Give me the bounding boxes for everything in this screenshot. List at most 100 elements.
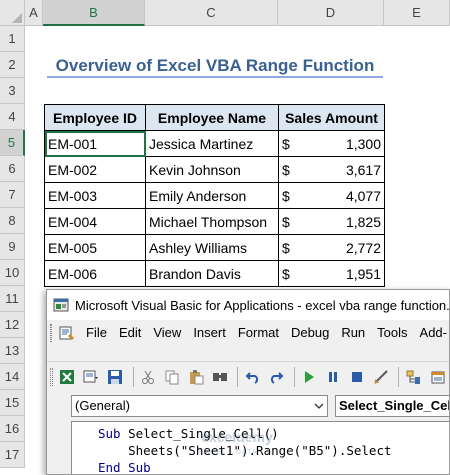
menu-tools[interactable]: Tools — [371, 322, 413, 344]
toolbar-grip[interactable] — [50, 367, 53, 386]
toolbar-separator — [237, 366, 239, 387]
cell-id[interactable]: EM-005 — [44, 234, 146, 261]
currency-symbol: $ — [282, 187, 290, 204]
run-icon[interactable] — [299, 366, 320, 388]
table-row: EM-006 Brandon Davis $1,951 — [44, 260, 385, 287]
table-row: EM-001 Jessica Martinez $1,300 — [44, 130, 385, 157]
sheet-title: Overview of Excel VBA Range Function — [47, 53, 383, 78]
menu-file[interactable]: File — [80, 322, 113, 344]
row-header-5[interactable]: 5 — [0, 130, 25, 156]
find-icon[interactable] — [209, 366, 230, 388]
column-header-b[interactable]: B — [43, 0, 145, 26]
cell-amount[interactable]: $1,951 — [278, 260, 385, 287]
row-header-4[interactable]: 4 — [0, 104, 25, 130]
project-explorer-icon[interactable] — [403, 366, 424, 388]
row-header-10[interactable]: 10 — [0, 260, 25, 286]
cell-name[interactable]: Michael Thompson — [145, 208, 279, 235]
cell-amount[interactable]: $1,300 — [278, 130, 385, 157]
menu-run[interactable]: Run — [335, 322, 371, 344]
menu-debug[interactable]: Debug — [285, 322, 335, 344]
cut-icon[interactable] — [138, 366, 159, 388]
code-editor[interactable]: Sub Select_Single_Cell() Sheets("Sheet1"… — [71, 421, 449, 475]
save-icon[interactable] — [105, 366, 126, 388]
menu-view[interactable]: View — [147, 322, 187, 344]
amount-value: 1,825 — [345, 213, 381, 230]
margin-indicator-bar[interactable] — [47, 421, 71, 474]
cell-amount[interactable]: $1,825 — [278, 208, 385, 235]
chevron-down-icon[interactable] — [311, 396, 327, 416]
code-keyword-end-sub: End Sub — [98, 460, 151, 475]
amount-value: 1,951 — [345, 265, 381, 282]
row-header-17[interactable]: 17 — [0, 442, 25, 468]
row-header-11[interactable]: 11 — [0, 286, 25, 312]
cell-id[interactable]: EM-004 — [44, 208, 146, 235]
cell-name[interactable]: Kevin Johnson — [145, 156, 279, 183]
row-header-1[interactable]: 1 — [0, 26, 25, 52]
cell-id[interactable]: EM-002 — [44, 156, 146, 183]
column-header-d[interactable]: D — [278, 0, 384, 26]
cell-name[interactable]: Brandon Davis — [145, 260, 279, 287]
cell-name[interactable]: Jessica Martinez — [145, 130, 279, 157]
amount-value: 2,772 — [345, 239, 381, 256]
row-header-2[interactable]: 2 — [0, 52, 25, 78]
properties-icon[interactable] — [427, 366, 448, 388]
copy-icon[interactable] — [161, 366, 182, 388]
menu-format[interactable]: Format — [232, 322, 285, 344]
cell-b5-selected[interactable]: EM-001 — [44, 130, 146, 157]
vba-menu-bar: File Edit View Insert Format Debug Run T… — [47, 320, 449, 346]
cell-id[interactable]: EM-003 — [44, 182, 146, 209]
row-header-15[interactable]: 15 — [0, 390, 25, 416]
paste-icon[interactable] — [185, 366, 206, 388]
menu-edit[interactable]: Edit — [113, 322, 147, 344]
vba-window-title: Microsoft Visual Basic for Applications … — [75, 297, 450, 313]
code-sub-name: Select_Single_Cell() — [120, 426, 279, 441]
header-employee-name[interactable]: Employee Name — [145, 104, 279, 131]
column-header-c[interactable]: C — [145, 0, 278, 26]
redo-icon[interactable] — [266, 366, 287, 388]
vba-app-icon — [53, 297, 69, 313]
employee-table: Employee ID Employee Name Sales Amount E… — [44, 104, 385, 287]
menu-addins[interactable]: Add- — [414, 322, 449, 344]
vba-title-bar[interactable]: Microsoft Visual Basic for Applications … — [47, 290, 450, 320]
currency-symbol: $ — [282, 135, 290, 152]
header-employee-id[interactable]: Employee ID — [44, 104, 146, 131]
row-header-6[interactable]: 6 — [0, 156, 25, 182]
row-header-8[interactable]: 8 — [0, 208, 25, 234]
insert-module-icon[interactable] — [81, 366, 102, 388]
table-header-row: Employee ID Employee Name Sales Amount — [44, 104, 385, 131]
vba-toolbar — [47, 361, 449, 391]
module-icon[interactable] — [58, 324, 76, 342]
cell-name[interactable]: Emily Anderson — [145, 182, 279, 209]
row-header-12[interactable]: 12 — [0, 312, 25, 338]
menu-insert[interactable]: Insert — [187, 322, 232, 344]
column-header-e[interactable]: E — [384, 0, 450, 26]
select-all-corner[interactable] — [0, 0, 25, 26]
menu-grip[interactable] — [50, 324, 52, 342]
amount-value: 1,300 — [345, 135, 381, 152]
object-combo[interactable]: (General) — [71, 395, 328, 417]
procedure-combo[interactable]: Select_Single_Cell — [335, 395, 449, 417]
excel-icon[interactable] — [57, 366, 78, 388]
cell-name[interactable]: Ashley Williams — [145, 234, 279, 261]
table-row: EM-003 Emily Anderson $4,077 — [44, 182, 385, 209]
undo-icon[interactable] — [242, 366, 263, 388]
row-header-13[interactable]: 13 — [0, 338, 25, 364]
row-header-3[interactable]: 3 — [0, 78, 25, 104]
reset-icon[interactable] — [347, 366, 368, 388]
toolbar-separator — [293, 366, 295, 387]
column-header-a[interactable]: A — [25, 0, 43, 26]
cell-amount[interactable]: $2,772 — [278, 234, 385, 261]
cell-amount[interactable]: $3,617 — [278, 156, 385, 183]
toolbar-separator — [398, 366, 400, 387]
design-mode-icon[interactable] — [371, 366, 392, 388]
header-sales-amount[interactable]: Sales Amount — [278, 104, 385, 131]
currency-symbol: $ — [282, 161, 290, 178]
row-header-7[interactable]: 7 — [0, 182, 25, 208]
row-header-16[interactable]: 16 — [0, 416, 25, 442]
object-combo-value: (General) — [75, 398, 130, 413]
row-header-14[interactable]: 14 — [0, 364, 25, 390]
cell-id[interactable]: EM-006 — [44, 260, 146, 287]
row-header-9[interactable]: 9 — [0, 234, 25, 260]
cell-amount[interactable]: $4,077 — [278, 182, 385, 209]
break-icon[interactable] — [323, 366, 344, 388]
